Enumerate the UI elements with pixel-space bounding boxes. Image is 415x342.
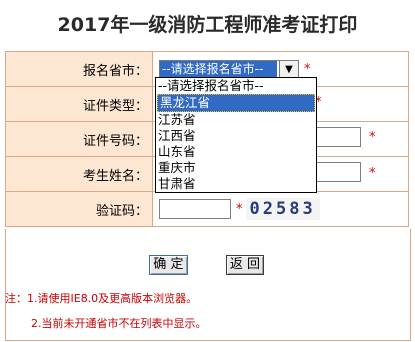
captcha-label: 验证码： (5, 191, 153, 227)
captcha-input[interactable] (159, 199, 231, 219)
note-2: 2.当前未开通省市不在列表中显示。 (31, 317, 207, 330)
dropdown-option[interactable]: 甘肃省 (156, 176, 316, 192)
chevron-down-icon[interactable]: ▼ (279, 61, 298, 77)
back-button[interactable]: 返 回 (226, 255, 264, 275)
required-mark: * (236, 201, 243, 217)
notes: 注：1.请使用IE8.0及更高版本浏览器。 (5, 290, 197, 306)
dropdown-option[interactable]: 重庆市 (156, 160, 316, 176)
captcha-image[interactable]: 02583 (245, 198, 320, 220)
required-mark: * (369, 166, 376, 181)
page-title: 2017年一级消防工程师准考证打印 (57, 14, 358, 36)
note-1: 1.请使用IE8.0及更高版本浏览器。 (27, 292, 198, 305)
province-select[interactable]: --请选择报名省市-- ▼ (159, 60, 299, 78)
dropdown-option[interactable]: 江苏省 (156, 112, 316, 128)
cert-no-label: 证件号码： (5, 121, 153, 157)
dropdown-option-highlighted[interactable]: 黑龙江省 (157, 94, 315, 112)
province-select-value: --请选择报名省市-- (160, 61, 277, 77)
cert-no-input[interactable] (315, 127, 361, 147)
page: 2017年一级消防工程师准考证打印 报名省市： --请选择报名省市-- ▼ * … (0, 0, 415, 342)
required-mark: * (304, 61, 311, 77)
confirm-button[interactable]: 确 定 (149, 255, 188, 275)
notes-prefix: 注： (5, 292, 27, 305)
dropdown-option[interactable]: 江西省 (156, 128, 316, 144)
cert-type-label: 证件类型： (5, 86, 153, 122)
required-mark: * (369, 130, 376, 145)
dropdown-option[interactable]: --请选择报名省市-- (156, 78, 316, 94)
province-label: 报名省市： (5, 51, 153, 87)
name-label: 考生姓名： (5, 156, 153, 192)
province-dropdown-list: --请选择报名省市-- 黑龙江省 江苏省 江西省 山东省 重庆市 甘肃省 (155, 77, 317, 193)
name-input[interactable] (315, 162, 361, 182)
captcha-row: 验证码： * 02583 (5, 191, 409, 227)
dropdown-option[interactable]: 山东省 (156, 144, 316, 160)
